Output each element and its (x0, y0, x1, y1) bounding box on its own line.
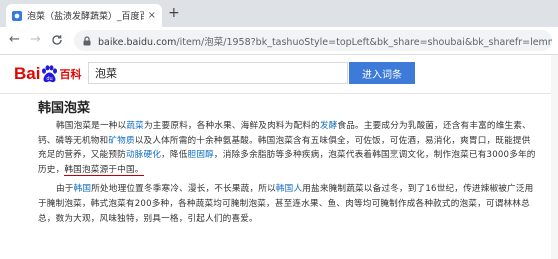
baidu-baike-logo[interactable]: Bai du 百科 (14, 63, 81, 85)
back-arrow-icon[interactable]: ← (9, 33, 20, 47)
link-korea[interactable]: 韩国 (74, 184, 92, 194)
logo-text-bai: Bai (14, 64, 41, 83)
url-host: baike.baidu.com (98, 36, 177, 48)
text: 为主要原料，各种水果、海鲜及肉料为配料的 (143, 121, 320, 131)
underlined-sentence: 韩国泡菜源于中国。 (64, 164, 144, 176)
link-ferment[interactable]: 发酵 (320, 121, 338, 131)
svg-text:du: du (47, 76, 53, 82)
text: ，降低 (161, 150, 188, 161)
section-title: 韩国泡菜 (38, 101, 91, 116)
url-text: baike.baidu.com/item/泡菜/1958?bk_tashuoSt… (98, 34, 552, 48)
baidu-baike-favicon (12, 10, 22, 21)
paragraph-2: 由于韩国所处地理位置冬季寒冷、漫长，不长果蔬，所以韩国人用盐来腌制蔬菜以备过冬，… (38, 182, 538, 226)
reload-icon[interactable] (51, 34, 63, 46)
browser-toolbar: ← → baike.baidu.com/item/泡菜/1958?bk_tash… (0, 27, 558, 55)
text: 韩国泡菜是一种以 (56, 121, 127, 131)
link-cholesterol[interactable]: 胆固醇 (188, 150, 214, 160)
browser-tab-bar: 泡菜（盐渍发酵蔬菜）_百度百科 × + (0, 0, 558, 27)
close-icon[interactable]: × (148, 10, 156, 21)
search-input[interactable] (88, 62, 348, 84)
baidu-paw-icon: du (42, 65, 58, 83)
forward-arrow-icon[interactable]: → (30, 33, 41, 47)
text: 所处地理位置冬季寒冷、漫长，不长果蔬，所以 (91, 184, 276, 195)
baike-header: Bai du 百科 进入词条 (0, 55, 558, 93)
logo-text-baike: 百科 (59, 68, 82, 81)
text: 由于 (56, 184, 74, 195)
page-scrollbar[interactable] (551, 55, 558, 259)
link-koreans[interactable]: 韩国人 (276, 184, 302, 194)
paragraph-1: 韩国泡菜是一种以蔬菜为主要原料，各种水果、海鲜及肉料为配料的发酵食品。主要成分为… (38, 119, 538, 177)
header-divider (0, 93, 558, 94)
new-tab-button[interactable]: + (168, 5, 180, 21)
lock-icon (83, 35, 91, 45)
browser-tab[interactable]: 泡菜（盐渍发酵蔬菜）_百度百科 × (6, 4, 162, 27)
article-content: 韩国泡菜 韩国泡菜是一种以蔬菜为主要原料，各种水果、海鲜及肉料为配料的发酵食品。… (38, 97, 538, 226)
address-bar[interactable]: baike.baidu.com/item/泡菜/1958?bk_tashuoSt… (74, 30, 552, 51)
enter-entry-button[interactable]: 进入词条 (349, 62, 415, 84)
url-path: /item/泡菜/1958?bk_tashuoStyle=topLeft&bk_… (176, 36, 552, 48)
tab-title: 泡菜（盐渍发酵蔬菜）_百度百科 (27, 12, 144, 22)
link-arteriosclerosis[interactable]: 动脉硬化 (126, 150, 161, 160)
link-mineral[interactable]: 矿物质 (108, 136, 134, 146)
link-vegetable[interactable]: 蔬菜 (126, 121, 144, 131)
